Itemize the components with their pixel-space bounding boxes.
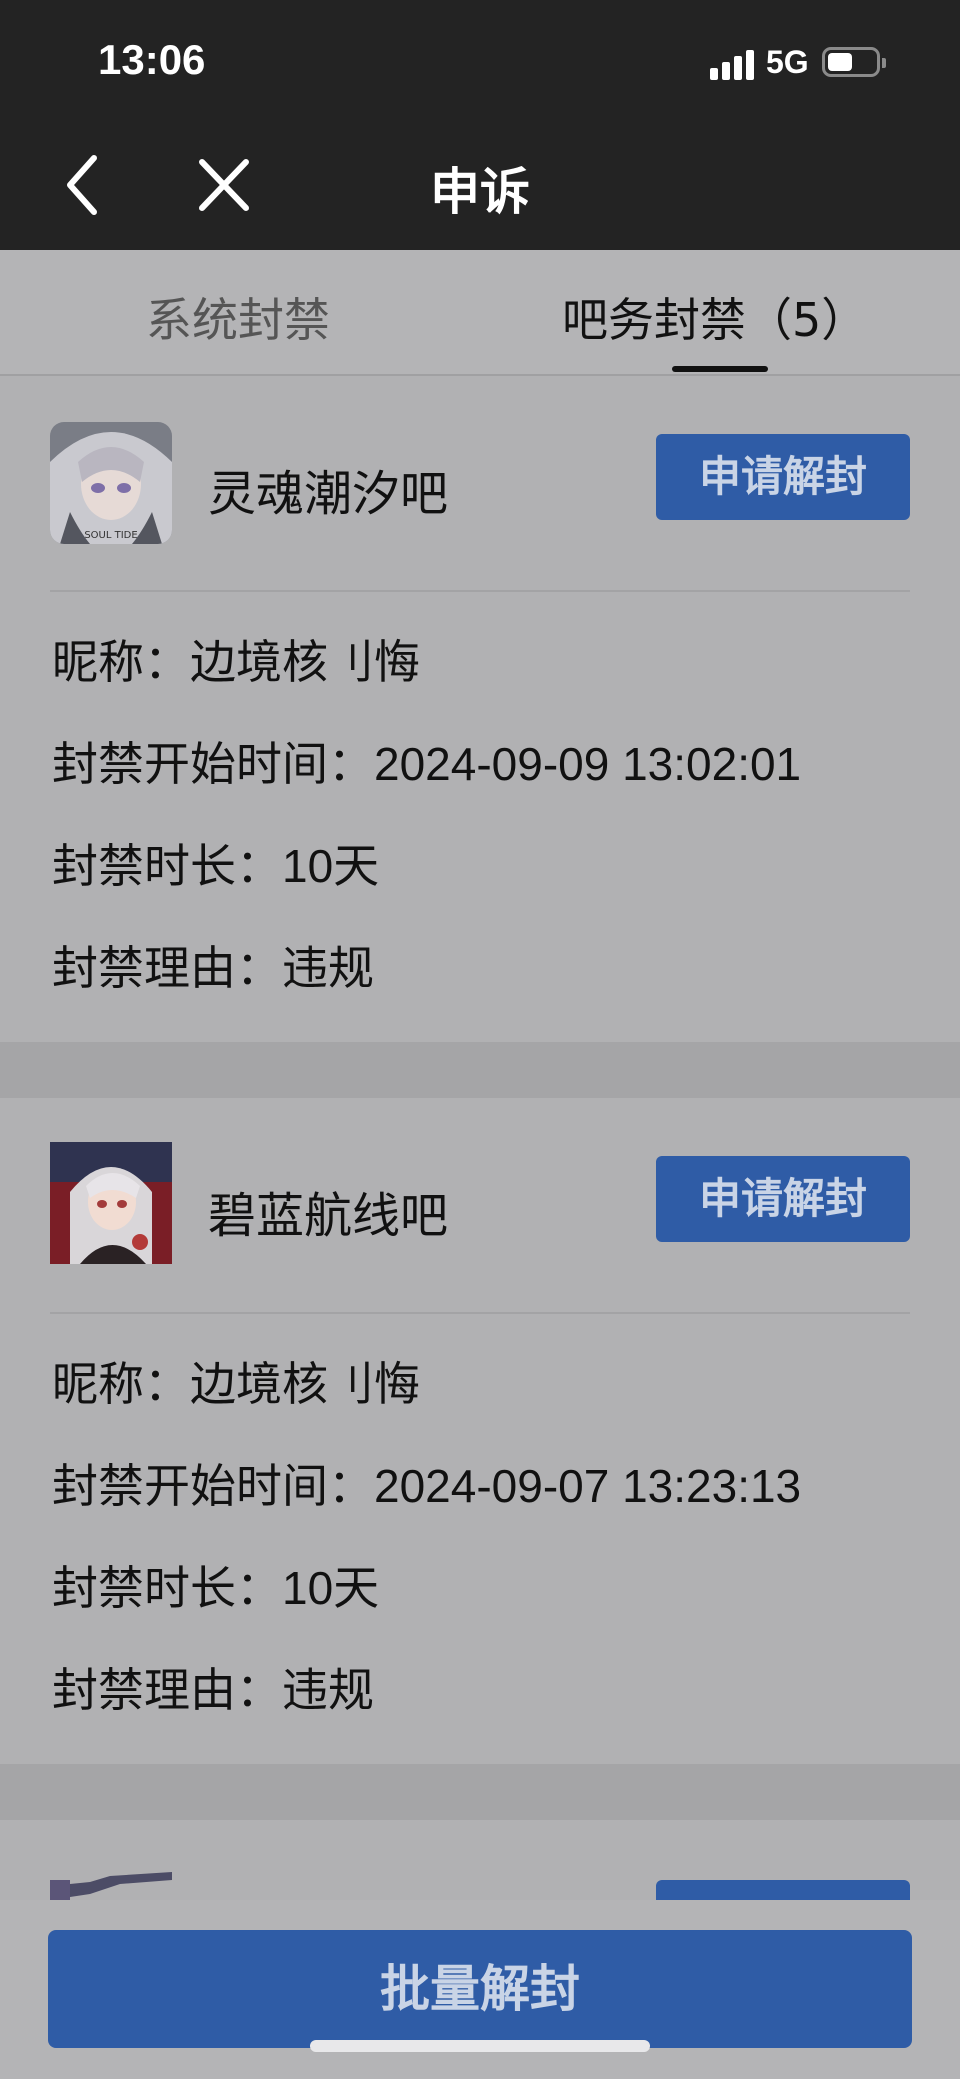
duration-value: 10天 [282, 840, 380, 892]
tab-bar: 系统封禁 吧务封禁（5） [0, 250, 960, 376]
signal-icon [710, 48, 766, 80]
home-indicator [310, 2040, 650, 2052]
start-time-label: 封禁开始时间： [52, 1459, 374, 1513]
tab-active-indicator [672, 366, 768, 372]
apply-unban-button[interactable]: 申请解封 [656, 434, 910, 520]
nickname-value: 边境核刂悔 [190, 636, 420, 688]
forum-avatar[interactable] [50, 1866, 172, 1900]
divider [50, 590, 910, 592]
card-separator [0, 1764, 960, 1820]
duration-label: 封禁时长： [52, 1561, 282, 1615]
ban-card: 碧蓝航线吧 申请解封 昵称：边境核刂悔 封禁开始时间：2024-09-07 13… [0, 1098, 960, 1764]
status-time: 13:06 [98, 36, 206, 83]
reason-label: 封禁理由： [52, 1663, 282, 1717]
bulk-unban-button[interactable]: 批量解封 [48, 1930, 912, 2048]
nickname-row: 昵称：边境核刂悔 [52, 1348, 420, 1414]
tab-system-ban[interactable]: 系统封禁 [146, 284, 330, 350]
reason-value: 违规 [282, 942, 374, 994]
nav-bar: 申诉 [0, 120, 960, 250]
network-type: 5G [766, 44, 809, 80]
apply-unban-button[interactable] [656, 1880, 910, 1900]
reason-value: 违规 [282, 1664, 374, 1716]
duration-label: 封禁时长： [52, 839, 282, 893]
svg-text:SOUL TIDE: SOUL TIDE [84, 530, 137, 541]
page-title: 申诉 [430, 163, 530, 221]
nickname-label: 昵称： [52, 1357, 190, 1411]
forum-name: 碧蓝航线吧 [208, 1188, 449, 1244]
nickname-value: 边境核刂悔 [190, 1358, 420, 1410]
forum-avatar[interactable] [50, 1142, 172, 1264]
forum-avatar[interactable]: SOUL TIDE [50, 422, 172, 544]
ban-card [0, 1820, 960, 1900]
start-time-label: 封禁开始时间： [52, 737, 374, 791]
start-time-row: 封禁开始时间：2024-09-07 13:23:13 [52, 1450, 801, 1516]
reason-label: 封禁理由： [52, 941, 282, 995]
duration-row: 封禁时长：10天 [52, 1552, 379, 1618]
start-time-value: 2024-09-07 13:23:13 [374, 1460, 802, 1512]
reason-row: 封禁理由：违规 [52, 1654, 374, 1720]
duration-row: 封禁时长：10天 [52, 830, 379, 896]
forum-name: 灵魂潮汐吧 [208, 466, 449, 522]
reason-row: 封禁理由：违规 [52, 932, 374, 998]
start-time-row: 封禁开始时间：2024-09-09 13:02:01 [52, 728, 801, 794]
tab-forum-ban[interactable]: 吧务封禁（5） [562, 284, 867, 350]
battery-icon [822, 47, 886, 77]
start-time-value: 2024-09-09 13:02:01 [374, 738, 802, 790]
nickname-row: 昵称：边境核刂悔 [52, 626, 420, 692]
card-separator [0, 1042, 960, 1098]
apply-unban-button[interactable]: 申请解封 [656, 1156, 910, 1242]
nickname-label: 昵称： [52, 635, 190, 689]
divider [50, 1312, 910, 1314]
ban-card: SOUL TIDE 灵魂潮汐吧 申请解封 昵称：边境核刂悔 封禁开始时间：202… [0, 376, 960, 1042]
status-bar: 13:06 5G [0, 0, 960, 120]
duration-value: 10天 [282, 1562, 380, 1614]
